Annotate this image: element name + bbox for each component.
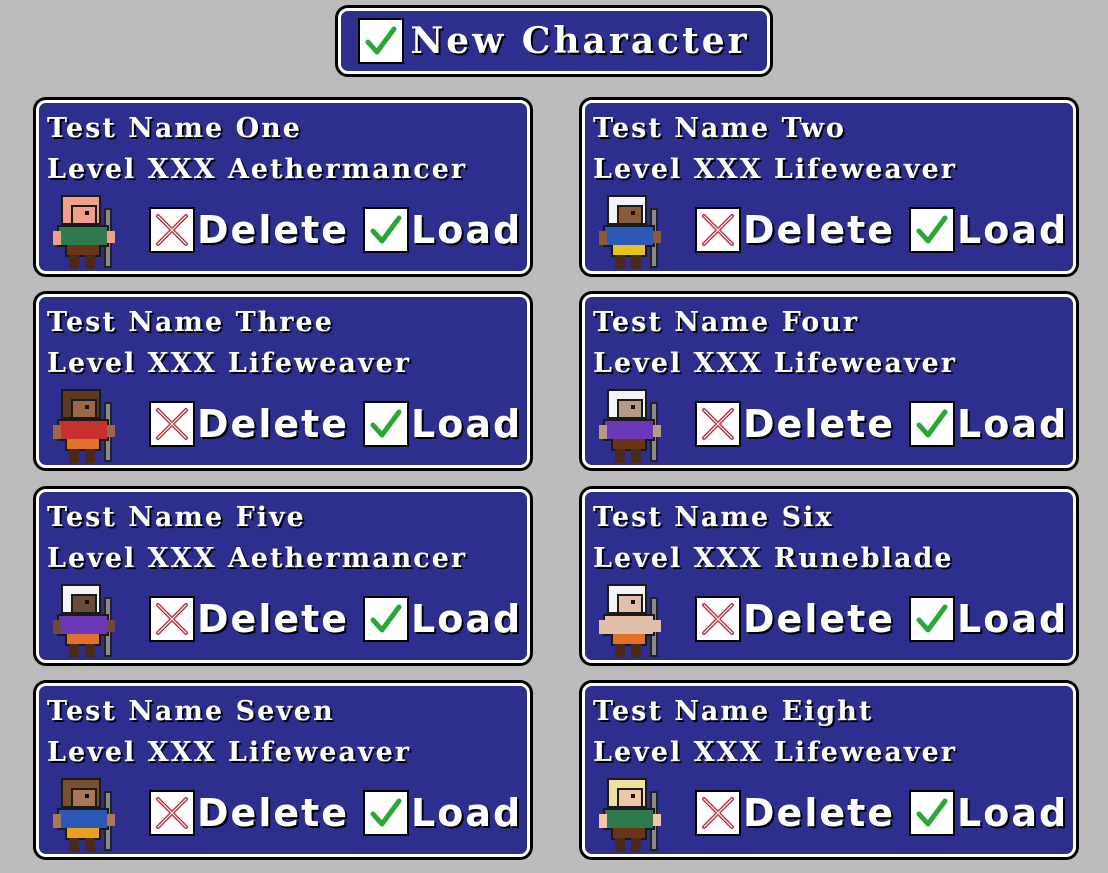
load-button[interactable]: Load: [363, 207, 522, 253]
delete-label: Delete: [197, 597, 350, 641]
character-name: Test Name Five: [47, 502, 306, 533]
cross-icon: [149, 596, 195, 642]
cross-icon: [695, 790, 741, 836]
delete-button[interactable]: Delete: [149, 401, 349, 447]
cross-icon: [149, 207, 195, 253]
cross-icon: [695, 401, 741, 447]
delete-label: Delete: [743, 791, 896, 835]
character-level: Level XXX Lifeweaver: [593, 154, 957, 185]
character-card: Test Name Eight Level XXX Lifeweaver Delet…: [582, 683, 1076, 857]
character-card: Test Name Five Level XXX Aethermancer Dele…: [36, 489, 530, 663]
new-character-label: New Character: [410, 20, 750, 62]
cross-icon: [149, 790, 195, 836]
character-avatar: [593, 774, 673, 854]
character-name: Test Name One: [47, 113, 302, 144]
check-icon: [909, 790, 955, 836]
load-button[interactable]: Load: [909, 401, 1068, 447]
load-label: Load: [957, 208, 1069, 252]
character-level: Level XXX Lifeweaver: [47, 737, 411, 768]
check-icon: [363, 596, 409, 642]
delete-label: Delete: [197, 791, 350, 835]
delete-label: Delete: [197, 208, 350, 252]
character-card: Test Name Three Level XXX Lifeweaver Delet…: [36, 294, 530, 468]
character-level: Level XXX Lifeweaver: [593, 737, 957, 768]
character-name: Test Name Four: [593, 307, 860, 338]
delete-label: Delete: [743, 402, 896, 446]
character-level: Level XXX Lifeweaver: [593, 348, 957, 379]
character-avatar: [593, 385, 673, 465]
character-level: Level XXX Runeblade: [593, 543, 954, 574]
character-name: Test Name Three: [47, 307, 334, 338]
character-name: Test Name Eight: [593, 696, 874, 727]
character-avatar: [47, 580, 127, 660]
cross-icon: [695, 596, 741, 642]
character-level: Level XXX Aethermancer: [47, 154, 468, 185]
delete-button[interactable]: Delete: [695, 596, 895, 642]
delete-label: Delete: [197, 402, 350, 446]
character-level: Level XXX Aethermancer: [47, 543, 468, 574]
character-level: Level XXX Lifeweaver: [47, 348, 411, 379]
load-label: Load: [957, 402, 1069, 446]
delete-button[interactable]: Delete: [149, 596, 349, 642]
load-button[interactable]: Load: [909, 596, 1068, 642]
delete-button[interactable]: Delete: [695, 401, 895, 447]
delete-button[interactable]: Delete: [149, 790, 349, 836]
character-avatar: [47, 774, 127, 854]
check-icon: [909, 401, 955, 447]
load-button[interactable]: Load: [363, 596, 522, 642]
load-button[interactable]: Load: [363, 401, 522, 447]
load-button[interactable]: Load: [909, 790, 1068, 836]
load-label: Load: [411, 402, 523, 446]
character-avatar: [593, 580, 673, 660]
check-icon: [909, 596, 955, 642]
delete-button[interactable]: Delete: [695, 207, 895, 253]
load-label: Load: [411, 597, 523, 641]
check-icon: [909, 207, 955, 253]
character-avatar: [47, 385, 127, 465]
delete-button[interactable]: Delete: [695, 790, 895, 836]
character-card: Test Name Four Level XXX Lifeweaver Delete…: [582, 294, 1076, 468]
delete-label: Delete: [743, 597, 896, 641]
check-icon: [363, 207, 409, 253]
check-icon: [363, 401, 409, 447]
character-avatar: [47, 191, 127, 271]
load-button[interactable]: Load: [363, 790, 522, 836]
character-card: Test Name One Level XXX Aethermancer Delet…: [36, 100, 530, 274]
check-icon: [358, 18, 405, 64]
delete-button[interactable]: Delete: [149, 207, 349, 253]
character-name: Test Name Six: [593, 502, 834, 533]
load-button[interactable]: Load: [909, 207, 1068, 253]
cross-icon: [149, 401, 195, 447]
character-card: Test Name Two Level XXX Lifeweaver Delete L…: [582, 100, 1076, 274]
load-label: Load: [411, 208, 523, 252]
character-card: Test Name Seven Level XXX Lifeweaver Delet…: [36, 683, 530, 857]
check-icon: [363, 790, 409, 836]
new-character-button[interactable]: New Character: [338, 8, 770, 74]
character-avatar: [593, 191, 673, 271]
delete-label: Delete: [743, 208, 896, 252]
character-name: Test Name Two: [593, 113, 846, 144]
character-card: Test Name Six Level XXX Runeblade Delete Lo…: [582, 489, 1076, 663]
cross-icon: [695, 207, 741, 253]
load-label: Load: [411, 791, 523, 835]
load-label: Load: [957, 597, 1069, 641]
load-label: Load: [957, 791, 1069, 835]
character-name: Test Name Seven: [47, 696, 335, 727]
